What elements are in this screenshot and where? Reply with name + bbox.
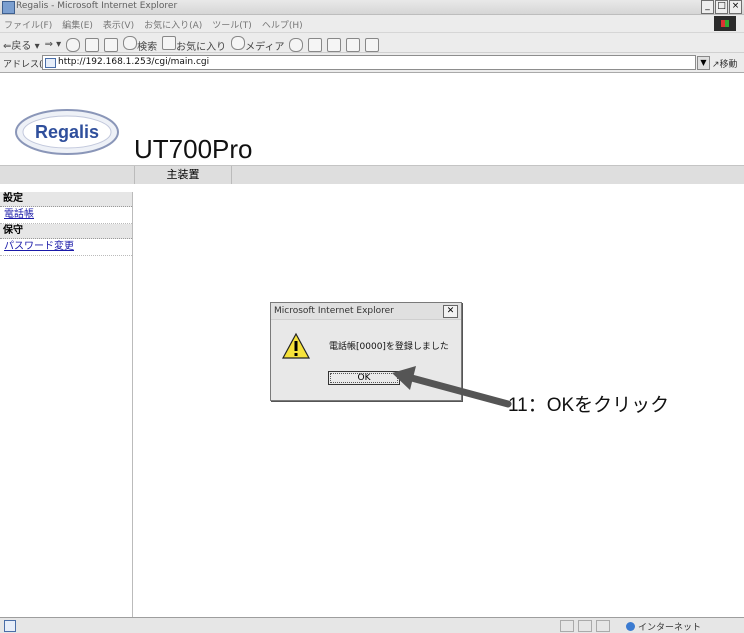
maximize-button[interactable]: □ xyxy=(715,0,728,14)
menu-favorites[interactable]: お気に入り(A) xyxy=(144,18,202,31)
address-url[interactable]: http://192.168.1.253/cgi/main.cgi xyxy=(58,57,209,67)
status-pane xyxy=(578,620,592,632)
security-zone: インターネット xyxy=(626,620,701,633)
status-pane xyxy=(560,620,574,632)
ie-icon xyxy=(2,1,15,14)
media-button[interactable]: メディア xyxy=(231,36,284,53)
back-button[interactable]: ⇐戻る ▾ xyxy=(3,37,40,52)
media-icon xyxy=(231,36,246,50)
address-bar: アドレス(D) http://192.168.1.253/cgi/main.cg… xyxy=(0,53,744,73)
sidebar-section-settings: 設定 xyxy=(0,192,132,207)
status-bar: インターネット xyxy=(0,617,744,633)
menu-bar: ファイル(F) 編集(E) 表示(V) お気に入り(A) ツール(T) ヘルプ(… xyxy=(0,15,744,33)
status-pane xyxy=(596,620,610,632)
dialog-titlebar: Microsoft Internet Explorer ✕ xyxy=(271,303,461,320)
sidebar-item-phonebook[interactable]: 電話帳 xyxy=(0,207,132,224)
window-controls: _ □ × xyxy=(701,0,742,14)
window-title: Regalis - Microsoft Internet Explorer xyxy=(16,1,178,11)
refresh-icon[interactable] xyxy=(85,37,100,52)
print-icon[interactable] xyxy=(327,37,342,52)
sidebar-item-password-change[interactable]: パスワード変更 xyxy=(0,239,132,256)
address-dropdown-icon[interactable]: ▼ xyxy=(697,56,710,70)
logo-text: Regalis xyxy=(35,122,99,142)
home-icon[interactable] xyxy=(104,37,119,52)
edit-icon[interactable] xyxy=(346,37,361,52)
menu-edit[interactable]: 編集(E) xyxy=(62,18,93,31)
search-icon xyxy=(123,36,138,50)
ok-button[interactable]: OK xyxy=(328,371,400,385)
address-input[interactable]: http://192.168.1.253/cgi/main.cgi xyxy=(42,55,696,70)
menu-view[interactable]: 表示(V) xyxy=(103,18,134,31)
warning-icon xyxy=(281,332,311,359)
menu-help[interactable]: ヘルプ(H) xyxy=(262,18,303,31)
dialog-close-button[interactable]: ✕ xyxy=(443,305,458,318)
history-icon[interactable] xyxy=(289,37,304,52)
nav-bar: 主装置 xyxy=(0,165,744,184)
go-button[interactable]: ↗移動 xyxy=(712,57,738,70)
menu-tools[interactable]: ツール(T) xyxy=(212,18,252,31)
minimize-button[interactable]: _ xyxy=(701,0,714,14)
title-bar: Regalis - Microsoft Internet Explorer _ … xyxy=(0,0,744,15)
regalis-logo: Regalis xyxy=(15,109,119,155)
sidebar: 設定 電話帳 保守 パスワード変更 xyxy=(0,192,133,617)
product-title: UT700Pro xyxy=(134,134,253,164)
toolbar: ⇐戻る ▾ ⇒ ▾ 検索 お気に入り メディア xyxy=(0,33,744,53)
forward-button[interactable]: ⇒ ▾ xyxy=(45,39,62,50)
dialog-title: Microsoft Internet Explorer xyxy=(274,306,394,316)
favorites-button[interactable]: お気に入り xyxy=(162,36,226,53)
globe-icon xyxy=(626,622,635,631)
favorites-icon xyxy=(162,36,177,50)
dialog-message: 電話帳[0000]を登録しました xyxy=(329,342,449,352)
stop-icon[interactable] xyxy=(66,37,81,52)
tab-main-unit[interactable]: 主装置 xyxy=(134,166,232,184)
mail-icon[interactable] xyxy=(308,37,323,52)
alert-dialog: Microsoft Internet Explorer ✕ 電話帳[0000]を… xyxy=(270,302,462,401)
search-button[interactable]: 検索 xyxy=(123,36,157,53)
windows-logo-icon xyxy=(714,16,736,31)
sidebar-section-maintenance: 保守 xyxy=(0,224,132,239)
page-done-icon xyxy=(4,620,16,632)
menu-file[interactable]: ファイル(F) xyxy=(4,18,52,31)
annotation-label: 11：OKをクリック xyxy=(508,395,670,416)
close-button[interactable]: × xyxy=(729,0,742,14)
page-icon xyxy=(45,58,56,68)
discuss-icon[interactable] xyxy=(365,37,380,52)
